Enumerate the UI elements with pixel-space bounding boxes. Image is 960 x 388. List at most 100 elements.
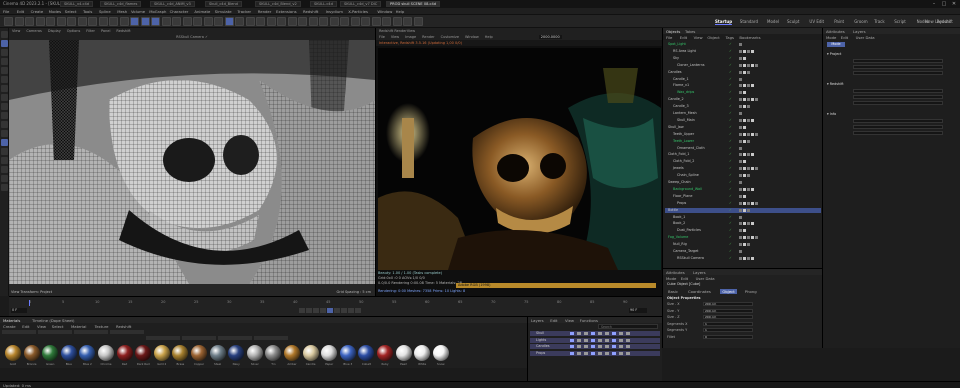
doc-tab[interactable]: SKULL_v4.c4d <box>60 1 94 7</box>
tag-icon[interactable] <box>743 201 746 205</box>
layer-menu-functions[interactable]: Functions <box>580 318 598 323</box>
tag-icon[interactable] <box>739 98 742 102</box>
tag-icon[interactable] <box>743 153 746 157</box>
perspective-viewport[interactable]: View Cameras Display Options Filter Panel Reds… <box>9 28 375 296</box>
layout-tab-model[interactable]: Model <box>767 19 779 24</box>
material-label[interactable]: Dark Red <box>135 362 152 366</box>
tag-icon[interactable] <box>743 160 746 164</box>
tag-icon[interactable] <box>743 194 746 198</box>
visibility-check[interactable]: ✓ <box>729 249 732 254</box>
right-panel-field[interactable] <box>853 125 943 129</box>
tag-icon[interactable] <box>739 229 742 233</box>
tool-button[interactable] <box>193 17 202 26</box>
object-row[interactable]: Ornament_Cloth ✓ <box>665 146 821 151</box>
visibility-check[interactable]: ✓ <box>729 90 732 95</box>
timeline-ruler[interactable]: 0 5 10 15 20 25 30 35 40 45 50 55 60 65 70 75 80 85 90 <box>29 300 629 306</box>
material-label[interactable]: Navy <box>228 362 245 366</box>
tag-icon[interactable] <box>755 132 758 136</box>
material-swatch[interactable] <box>60 345 77 361</box>
tag-icon[interactable] <box>739 187 742 191</box>
tag-icon[interactable] <box>755 167 758 171</box>
material-label[interactable]: Red <box>116 362 133 366</box>
tag-icon[interactable] <box>743 208 746 212</box>
renderview-menu-view[interactable]: View <box>391 35 399 39</box>
playback-button[interactable] <box>341 308 347 313</box>
layout-tab-sculpt[interactable]: Sculpt <box>787 19 800 24</box>
visibility-check[interactable]: ✓ <box>729 104 732 109</box>
tool-button[interactable] <box>88 17 97 26</box>
material-label[interactable]: Snow <box>432 362 449 366</box>
tag-icon[interactable] <box>743 49 746 53</box>
layer-menu-view[interactable]: View <box>565 318 574 323</box>
attr-menu-userdata[interactable]: User Data <box>696 276 715 281</box>
layer-toggle-icon[interactable] <box>626 332 630 335</box>
layer-toggle-icon[interactable] <box>577 332 581 335</box>
visibility-check[interactable]: ✓ <box>729 139 732 144</box>
material-label[interactable]: Blue 3 <box>339 362 356 366</box>
tag-icon[interactable] <box>743 63 746 67</box>
material-label[interactable]: Blue 2 <box>79 362 96 366</box>
tool-button[interactable] <box>340 17 349 26</box>
tool-button[interactable] <box>98 17 108 26</box>
visibility-check[interactable]: ✓ <box>729 125 732 130</box>
tag-icon[interactable] <box>751 222 754 226</box>
layer-menu-layers[interactable]: Layers <box>531 318 544 323</box>
attr-menu-mode[interactable]: Mode <box>666 276 676 281</box>
left-tool-icon[interactable] <box>1 166 8 173</box>
tag-icon[interactable] <box>743 118 746 122</box>
wireframe-skull-render[interactable] <box>9 40 375 284</box>
tag-icon[interactable] <box>747 174 750 178</box>
object-menu-view[interactable]: View <box>694 35 703 40</box>
tag-icon[interactable] <box>739 84 742 88</box>
tag-icon[interactable] <box>755 98 758 102</box>
layer-toggle-icon[interactable] <box>605 351 609 355</box>
attr-field-input[interactable]: 0 <box>703 334 753 339</box>
playback-button[interactable] <box>355 308 361 313</box>
visibility-check[interactable]: ✓ <box>729 180 732 185</box>
tag-icon[interactable] <box>739 139 742 143</box>
tag-icon[interactable] <box>739 56 742 60</box>
menu-item-render[interactable]: Render <box>258 9 272 14</box>
tool-button[interactable] <box>403 17 412 26</box>
layer-toggle-icon[interactable] <box>577 345 581 348</box>
tag-icon[interactable] <box>743 105 746 109</box>
object-row[interactable]: Skull_Jaw ✓ <box>665 125 821 130</box>
viewport-menu-filter[interactable]: Filter <box>86 29 95 33</box>
tag-icon[interactable] <box>739 146 742 150</box>
renderview-menu-window[interactable]: Window <box>465 35 479 39</box>
left-tool-icon[interactable] <box>1 103 8 110</box>
left-tool-icon[interactable] <box>1 121 8 128</box>
tag-icon[interactable] <box>743 222 746 226</box>
playback-button[interactable] <box>327 308 333 313</box>
layout-tab-track[interactable]: Track <box>874 19 884 24</box>
tag-icon[interactable] <box>743 243 746 247</box>
material-swatch[interactable] <box>377 345 393 361</box>
menu-item-mesh[interactable]: Mesh <box>117 9 127 14</box>
layer-toggle-icon[interactable] <box>584 332 588 335</box>
menu-item-window[interactable]: Window <box>377 9 392 14</box>
visibility-check[interactable]: ✓ <box>729 194 732 199</box>
tag-icon[interactable] <box>739 194 742 198</box>
layer-toggle-icon[interactable] <box>605 338 609 342</box>
layer-toggle-icon[interactable] <box>612 351 616 355</box>
object-row[interactable]: Book_1 ✓ <box>665 215 821 220</box>
menu-item-redshift[interactable]: Redshift <box>303 9 318 14</box>
menu-item-animate[interactable]: Animate <box>194 9 210 14</box>
menu-item-help[interactable]: Help <box>396 9 405 14</box>
object-row[interactable]: Book_2 ✓ <box>665 221 821 226</box>
right-menu-userdata[interactable]: User Data <box>856 35 875 40</box>
tool-button[interactable] <box>119 17 129 26</box>
right-panel-section[interactable]: ▾ Redshift <box>827 82 844 86</box>
right-panel-field[interactable] <box>853 59 943 63</box>
tool-button[interactable] <box>25 17 34 26</box>
material-swatch[interactable] <box>414 345 431 361</box>
material-swatch[interactable] <box>98 345 114 361</box>
menu-item-tracker[interactable]: Tracker <box>237 9 251 14</box>
material-swatch[interactable] <box>265 345 282 361</box>
tool-button[interactable] <box>266 17 276 26</box>
object-row[interactable]: Candles ✓ <box>665 70 821 75</box>
tag-icon[interactable] <box>743 187 746 191</box>
object-menu-edit[interactable]: Edit <box>680 35 687 40</box>
material-swatch[interactable] <box>172 345 189 361</box>
tool-button[interactable] <box>172 17 181 26</box>
